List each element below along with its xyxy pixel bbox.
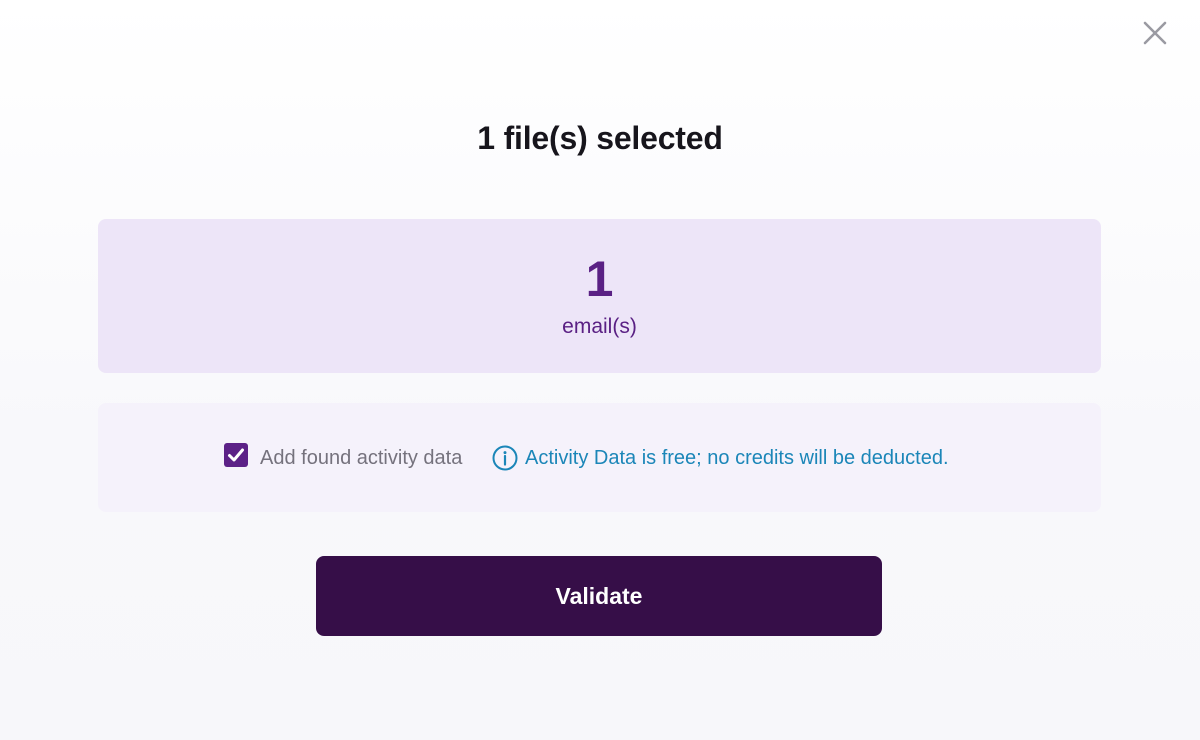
email-count-value: 1: [585, 251, 614, 307]
close-button[interactable]: [1136, 14, 1174, 52]
email-count-unit: email(s): [562, 315, 637, 338]
validate-button[interactable]: Validate: [316, 556, 882, 636]
email-count-card: 1 email(s): [98, 219, 1101, 373]
file-selection-dialog: 1 file(s) selected 1 email(s) Add found …: [0, 0, 1200, 740]
dialog-title: 1 file(s) selected: [477, 120, 723, 156]
activity-data-checkbox[interactable]: [224, 443, 248, 467]
activity-data-label[interactable]: Add found activity data: [260, 444, 462, 472]
close-icon: [1143, 21, 1167, 45]
checkmark-icon: [228, 448, 244, 462]
activity-data-info-text: Activity Data is free; no credits will b…: [525, 447, 949, 469]
info-icon: [492, 445, 518, 471]
